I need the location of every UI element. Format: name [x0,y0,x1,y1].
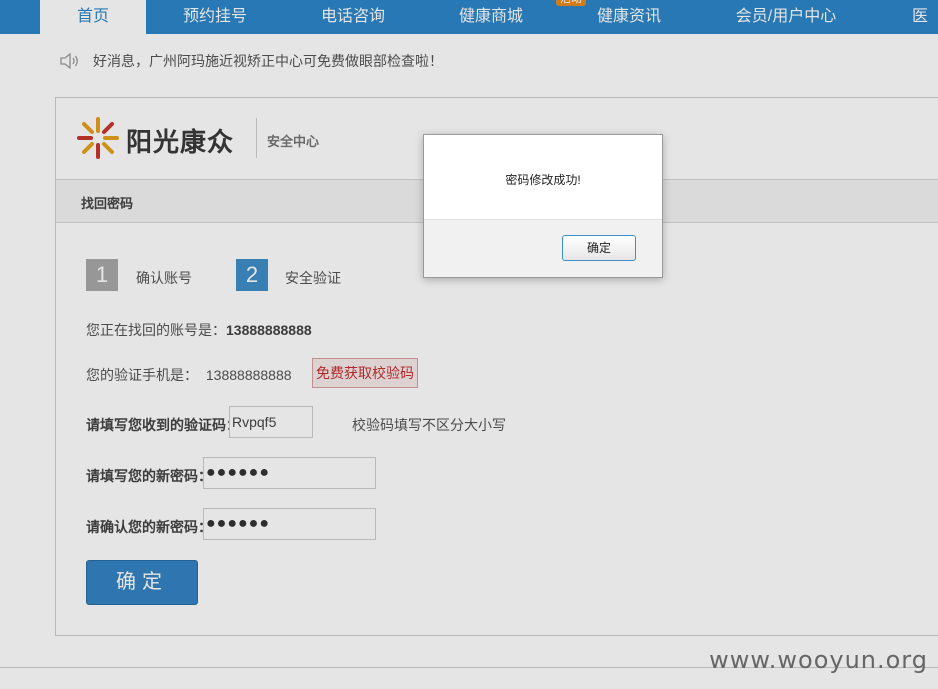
dialog-message: 密码修改成功! [505,173,581,187]
dialog-ok-button[interactable]: 确定 [562,235,636,261]
alert-dialog: 密码修改成功! 确定 [423,134,663,278]
dialog-footer: 确定 [424,219,662,277]
modal-overlay [0,0,938,689]
watermark: www.wooyun.org [709,646,928,674]
